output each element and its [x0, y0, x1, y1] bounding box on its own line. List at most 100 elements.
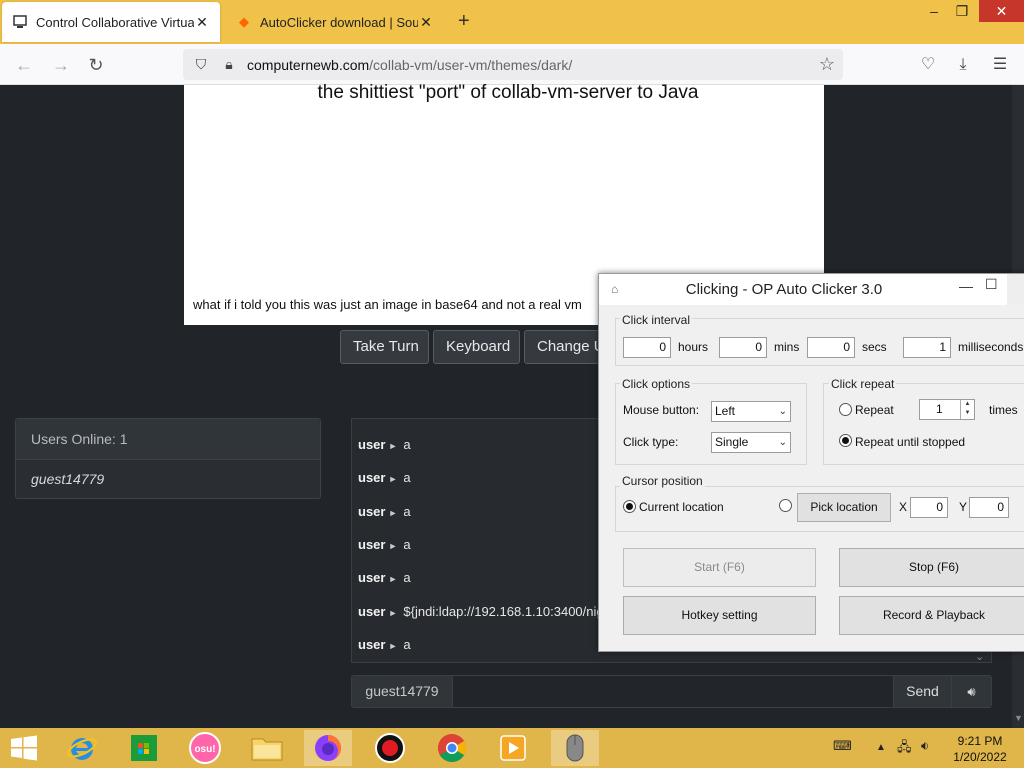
x-label: X	[899, 500, 908, 514]
close-icon[interactable]: ✕	[194, 14, 210, 31]
keyboard-button[interactable]: Keyboard	[433, 330, 520, 364]
pick-location-button[interactable]: Pick location	[797, 493, 891, 522]
send-button[interactable]: Send	[893, 676, 951, 707]
bookmark-star-icon[interactable]: ☆	[819, 54, 835, 75]
secs-label: secs	[862, 340, 887, 354]
back-arrow-icon[interactable]: ←	[11, 52, 37, 78]
caret-right-icon: ►	[388, 608, 398, 618]
pick-location-radio[interactable]	[779, 499, 792, 512]
browser-tab-bar: Control Collaborative Virtual Machine ✕ …	[0, 0, 1024, 44]
windows-start-icon[interactable]	[0, 730, 48, 766]
chevron-up-icon[interactable]: ▲	[876, 742, 886, 753]
forward-arrow-icon[interactable]: →	[48, 52, 74, 78]
url-bar[interactable]: ⛉ 🔒︎ computernewb.com/collab-vm/user-vm/…	[183, 49, 843, 80]
take-turn-button[interactable]: Take Turn	[340, 330, 429, 364]
window-close-icon[interactable]: ✕	[979, 0, 1024, 22]
maximize-icon[interactable]: ☐	[985, 276, 998, 293]
repeat-until-stopped-label: Repeat until stopped	[855, 435, 966, 449]
clock-date: 1/20/2022	[953, 750, 1007, 764]
stop-button[interactable]: Stop (F6)	[839, 548, 1024, 587]
osu-label: osu!	[194, 744, 215, 755]
click-type-select[interactable]: Single ⌄	[711, 432, 791, 453]
menu-hamburger-icon[interactable]: ☰	[987, 52, 1013, 78]
mins-input[interactable]: 0	[719, 337, 767, 358]
y-coordinate-input[interactable]: 0	[969, 497, 1009, 518]
firefox-icon[interactable]	[304, 730, 352, 766]
users-panel: Users Online: 1 guest14779	[15, 418, 321, 499]
spin-down-icon[interactable]: ▼	[961, 409, 974, 418]
current-location-radio[interactable]	[623, 500, 636, 513]
tab-title: AutoClicker download | SourceForge	[260, 14, 418, 30]
click-repeat-group	[823, 383, 1024, 465]
close-icon[interactable]: ✕	[418, 14, 434, 31]
chat-message-input[interactable]	[453, 676, 893, 707]
repeat-radio[interactable]	[839, 403, 852, 416]
repeat-until-stopped-radio[interactable]	[839, 434, 852, 447]
tab-sourceforge[interactable]: ◆ AutoClicker download | SourceForge ✕	[226, 0, 444, 44]
volume-icon[interactable]: 🔊︎	[951, 676, 991, 707]
cursor-position-label: Cursor position	[620, 474, 705, 488]
window-close-icon[interactable]	[1007, 274, 1024, 305]
restore-icon[interactable]: ❐	[946, 0, 978, 22]
caret-right-icon: ►	[388, 474, 398, 484]
mouse-button-select[interactable]: Left ⌄	[711, 401, 791, 422]
pocket-icon[interactable]: ♡	[915, 52, 941, 78]
tab-title: Control Collaborative Virtual Machine	[36, 14, 194, 30]
repeat-count-spinner[interactable]: ▲ ▼	[960, 400, 974, 419]
new-tab-plus-icon[interactable]: +	[458, 10, 470, 33]
repeat-count-input[interactable]: 1 ▲ ▼	[919, 399, 975, 420]
click-repeat-label: Click repeat	[829, 377, 897, 391]
chevron-down-icon: ⌄	[778, 406, 787, 417]
media-player-icon[interactable]	[489, 730, 537, 766]
file-explorer-icon[interactable]	[243, 730, 291, 766]
shield-icon[interactable]: ⛉	[191, 56, 211, 73]
keyboard-icon[interactable]: ⌨	[833, 738, 852, 754]
change-username-button[interactable]: Change U	[524, 330, 604, 364]
chrome-icon[interactable]	[428, 730, 476, 766]
times-label: times	[989, 403, 1018, 417]
vm-heading: the shittiest "port" of collab-vm-server…	[317, 82, 699, 103]
downloads-icon[interactable]: ⤓	[950, 52, 976, 78]
chat-message: user ► a	[358, 637, 411, 652]
click-options-label: Click options	[620, 377, 693, 391]
url-text[interactable]: computernewb.com/collab-vm/user-vm/theme…	[247, 57, 819, 73]
milliseconds-input[interactable]: 1	[903, 337, 951, 358]
mouse-icon[interactable]	[551, 730, 599, 766]
hours-input[interactable]: 0	[623, 337, 671, 358]
record-playback-button[interactable]: Record & Playback	[839, 596, 1024, 635]
tab-collabvm[interactable]: Control Collaborative Virtual Machine ✕	[2, 2, 220, 42]
minimize-icon[interactable]: —	[959, 278, 973, 294]
x-coordinate-input[interactable]: 0	[910, 497, 948, 518]
lock-icon[interactable]: 🔒︎	[219, 56, 239, 73]
caret-right-icon: ►	[388, 541, 398, 551]
network-icon[interactable]: 🖧︎	[897, 738, 912, 760]
chat-message: user ► a	[358, 437, 411, 452]
autoclicker-title-bar[interactable]: ⌂ Clicking - OP Auto Clicker 3.0 — ☐	[599, 274, 1024, 305]
taskbar-clock[interactable]: 9:21 PM 1/20/2022	[944, 733, 1016, 765]
reload-icon[interactable]: ↻	[83, 52, 109, 78]
volume-icon[interactable]: 🔉︎	[921, 738, 929, 754]
secs-input[interactable]: 0	[807, 337, 855, 358]
chat-message: user ► a	[358, 470, 411, 485]
collabvm-logo-icon	[12, 14, 28, 30]
click-type-label: Click type:	[623, 435, 679, 449]
internet-explorer-icon[interactable]	[58, 730, 106, 766]
store-icon[interactable]	[120, 730, 168, 766]
caret-right-icon: ►	[388, 641, 398, 651]
caret-right-icon: ►	[388, 508, 398, 518]
hours-label: hours	[678, 340, 709, 354]
mins-label: mins	[774, 340, 800, 354]
record-icon[interactable]	[366, 730, 414, 766]
hotkey-setting-button[interactable]: Hotkey setting	[623, 596, 816, 635]
chat-nickname: guest14779	[352, 676, 453, 707]
user-list-item[interactable]: guest14779	[16, 460, 320, 498]
click-interval-label: Click interval	[620, 313, 693, 327]
autoclicker-window: ⌂ Clicking - OP Auto Clicker 3.0 — ☐ Cli…	[598, 273, 1024, 652]
chat-message: user ► a	[358, 570, 411, 585]
osu-icon[interactable]: osu!	[181, 730, 229, 766]
spin-up-icon[interactable]: ▲	[961, 400, 974, 409]
mouse-button-label: Mouse button:	[623, 403, 700, 417]
scroll-down-arrow-icon[interactable]: ▼	[1014, 713, 1023, 723]
milliseconds-label: milliseconds	[958, 340, 1024, 354]
start-button[interactable]: Start (F6)	[623, 548, 816, 587]
